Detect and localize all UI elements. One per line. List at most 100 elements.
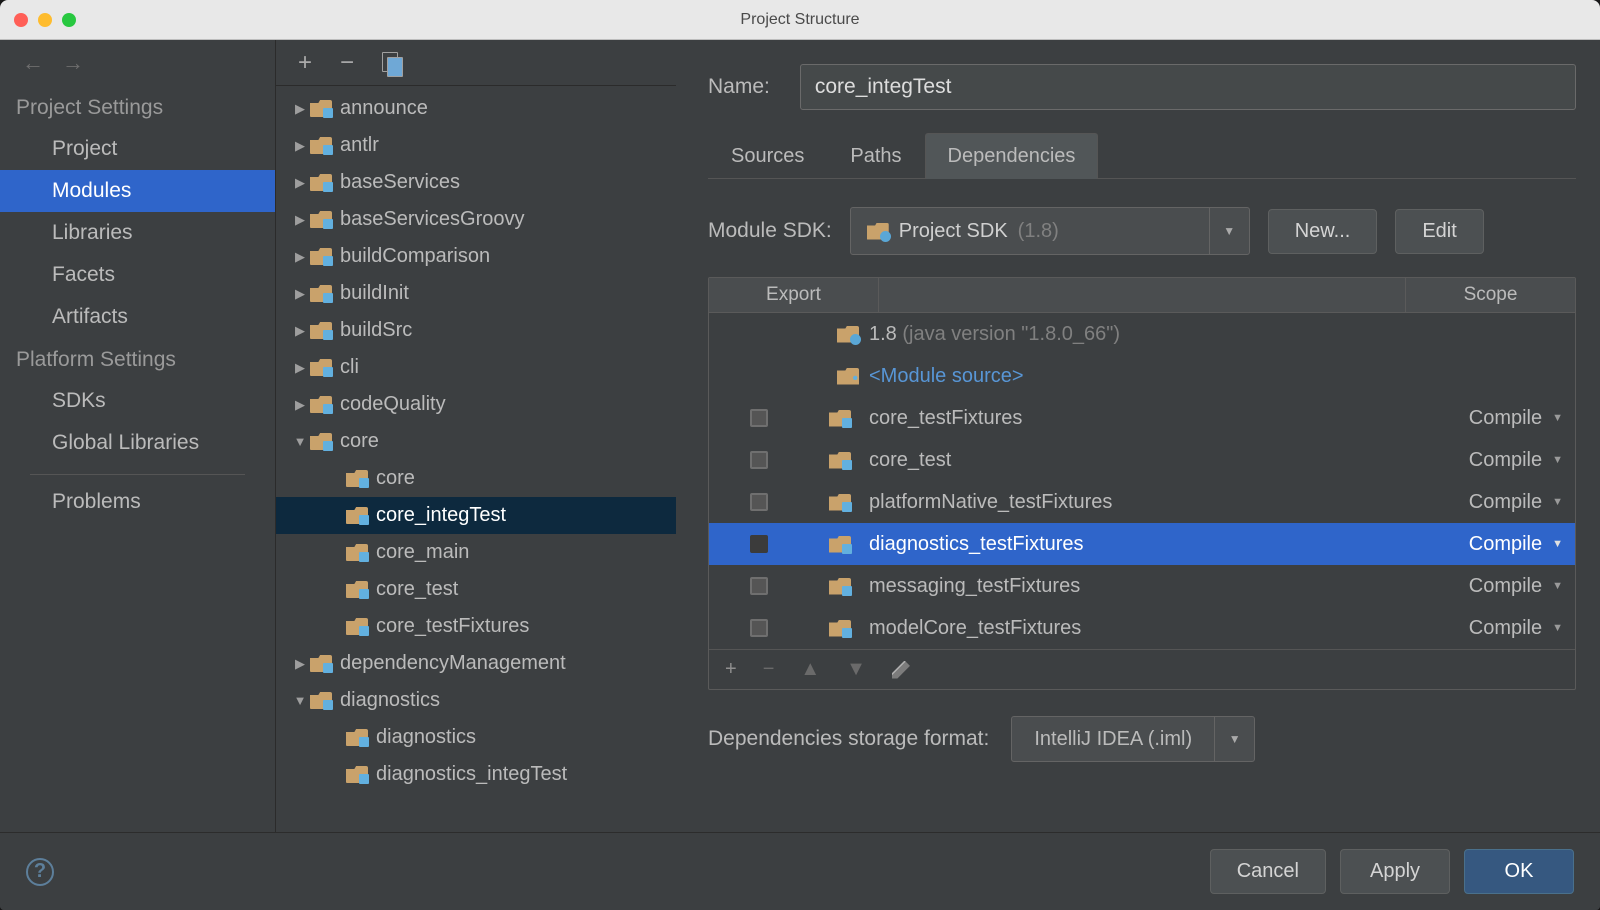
tree-node[interactable]: core_main [276,534,676,571]
tree-node[interactable]: ▶buildComparison [276,238,676,275]
add-dep-icon[interactable]: + [725,658,737,681]
tree-node[interactable]: ▶codeQuality [276,386,676,423]
zoom-icon[interactable] [62,13,76,27]
sidebar-item-global-libraries[interactable]: Global Libraries [0,422,275,464]
expand-icon[interactable]: ▶ [290,212,310,228]
tree-node[interactable]: ▶ announce [276,90,676,127]
tree-node[interactable]: ▶buildSrc [276,312,676,349]
new-sdk-button[interactable]: New... [1268,209,1378,254]
tab-paths[interactable]: Paths [827,133,924,179]
tree-node[interactable]: ▶buildInit [276,275,676,312]
sidebar-item-modules[interactable]: Modules [0,170,275,212]
forward-icon[interactable]: → [62,50,84,76]
cancel-button[interactable]: Cancel [1210,849,1326,894]
chevron-down-icon: ▼ [1552,496,1563,508]
export-checkbox[interactable] [750,493,768,511]
copy-icon[interactable] [382,52,400,74]
module-sdk-select[interactable]: Project SDK (1.8) ▼ [850,207,1250,255]
sidebar-item-problems[interactable]: Problems [0,481,275,523]
storage-format-select[interactable]: IntelliJ IDEA (.iml) ▼ [1011,716,1255,762]
dependency-row[interactable]: 1.8 (java version "1.8.0_66") [709,313,1575,355]
close-icon[interactable] [14,13,28,27]
tab-dependencies[interactable]: Dependencies [925,133,1099,179]
tree-node[interactable]: diagnostics_integTest [276,756,676,793]
export-column-header[interactable]: Export [709,278,879,312]
storage-format-label: Dependencies storage format: [708,727,989,751]
tree-node-label: core_test [376,578,458,601]
dependency-row[interactable]: modelCore_testFixturesCompile▼ [709,607,1575,649]
tree-node[interactable]: ▶antlr [276,127,676,164]
module-tree[interactable]: ▶ announce ▶antlr▶baseServices▶baseService… [276,86,676,832]
tree-node[interactable]: ▶baseServicesGroovy [276,201,676,238]
export-checkbox[interactable] [750,451,768,469]
module-name-input[interactable] [800,64,1576,110]
module-folder-icon [310,174,332,191]
tree-node-label: core [376,467,415,490]
minimize-icon[interactable] [38,13,52,27]
expand-icon[interactable]: ▶ [290,101,310,117]
collapse-icon[interactable]: ▼ [290,693,310,708]
expand-icon[interactable]: ▶ [290,175,310,191]
move-up-icon[interactable]: ▲ [800,658,820,681]
dependency-row[interactable]: messaging_testFixturesCompile▼ [709,565,1575,607]
dependency-row[interactable]: <Module source> [709,355,1575,397]
scope-column-header[interactable]: Scope [1405,278,1575,312]
add-icon[interactable]: + [298,49,312,77]
export-checkbox[interactable] [750,619,768,637]
expand-icon[interactable]: ▶ [290,397,310,413]
ok-button[interactable]: OK [1464,849,1574,894]
tree-node[interactable]: core_test [276,571,676,608]
tree-node-label: announce [340,97,428,120]
expand-icon[interactable]: ▶ [290,360,310,376]
scope-select[interactable]: Compile▼ [1425,407,1575,430]
sidebar-item-project[interactable]: Project [0,128,275,170]
module-folder-icon [346,618,368,635]
expand-icon[interactable]: ▶ [290,249,310,265]
sidebar-item-sdks[interactable]: SDKs [0,380,275,422]
tree-node[interactable]: ▶baseServices [276,164,676,201]
export-checkbox[interactable] [750,535,768,553]
module-sdk-label: Module SDK: [708,219,832,243]
tree-node[interactable]: ▼diagnostics [276,682,676,719]
scope-select[interactable]: Compile▼ [1425,533,1575,556]
tree-node[interactable]: diagnostics [276,719,676,756]
expand-icon[interactable]: ▶ [290,286,310,302]
expand-icon[interactable]: ▶ [290,656,310,672]
module-folder-icon [829,410,851,427]
sidebar-item-artifacts[interactable]: Artifacts [0,296,275,338]
expand-icon[interactable]: ▶ [290,323,310,339]
apply-button[interactable]: Apply [1340,849,1450,894]
tree-node[interactable]: ▶cli [276,349,676,386]
tab-sources[interactable]: Sources [708,133,827,179]
dependency-row[interactable]: platformNative_testFixturesCompile▼ [709,481,1575,523]
expand-icon[interactable]: ▶ [290,138,310,154]
scope-select[interactable]: Compile▼ [1425,449,1575,472]
edit-dep-icon[interactable] [892,661,910,679]
tree-node[interactable]: core_testFixtures [276,608,676,645]
dependency-row[interactable]: core_testCompile▼ [709,439,1575,481]
titlebar[interactable]: Project Structure [0,0,1600,40]
collapse-icon[interactable]: ▼ [290,434,310,449]
scope-select[interactable]: Compile▼ [1425,617,1575,640]
help-icon[interactable]: ? [26,858,54,886]
tree-node[interactable]: core_integTest [276,497,676,534]
back-icon[interactable]: ← [22,50,44,76]
tree-node[interactable]: ▼core [276,423,676,460]
tree-node[interactable]: ▶dependencyManagement [276,645,676,682]
move-down-icon[interactable]: ▼ [846,658,866,681]
remove-dep-icon[interactable]: − [763,658,775,681]
scope-select[interactable]: Compile▼ [1425,491,1575,514]
export-checkbox[interactable] [750,577,768,595]
dependency-row[interactable]: diagnostics_testFixturesCompile▼ [709,523,1575,565]
tree-node[interactable]: core [276,460,676,497]
dependency-row[interactable]: core_testFixturesCompile▼ [709,397,1575,439]
sidebar-item-libraries[interactable]: Libraries [0,212,275,254]
export-checkbox[interactable] [750,409,768,427]
scope-select[interactable]: Compile▼ [1425,575,1575,598]
chevron-down-icon: ▼ [1209,208,1249,254]
jdk-icon [867,223,889,240]
sidebar-toolbar: ← → [0,40,275,86]
sidebar-item-facets[interactable]: Facets [0,254,275,296]
edit-sdk-button[interactable]: Edit [1395,209,1483,254]
remove-icon[interactable]: − [340,49,354,77]
